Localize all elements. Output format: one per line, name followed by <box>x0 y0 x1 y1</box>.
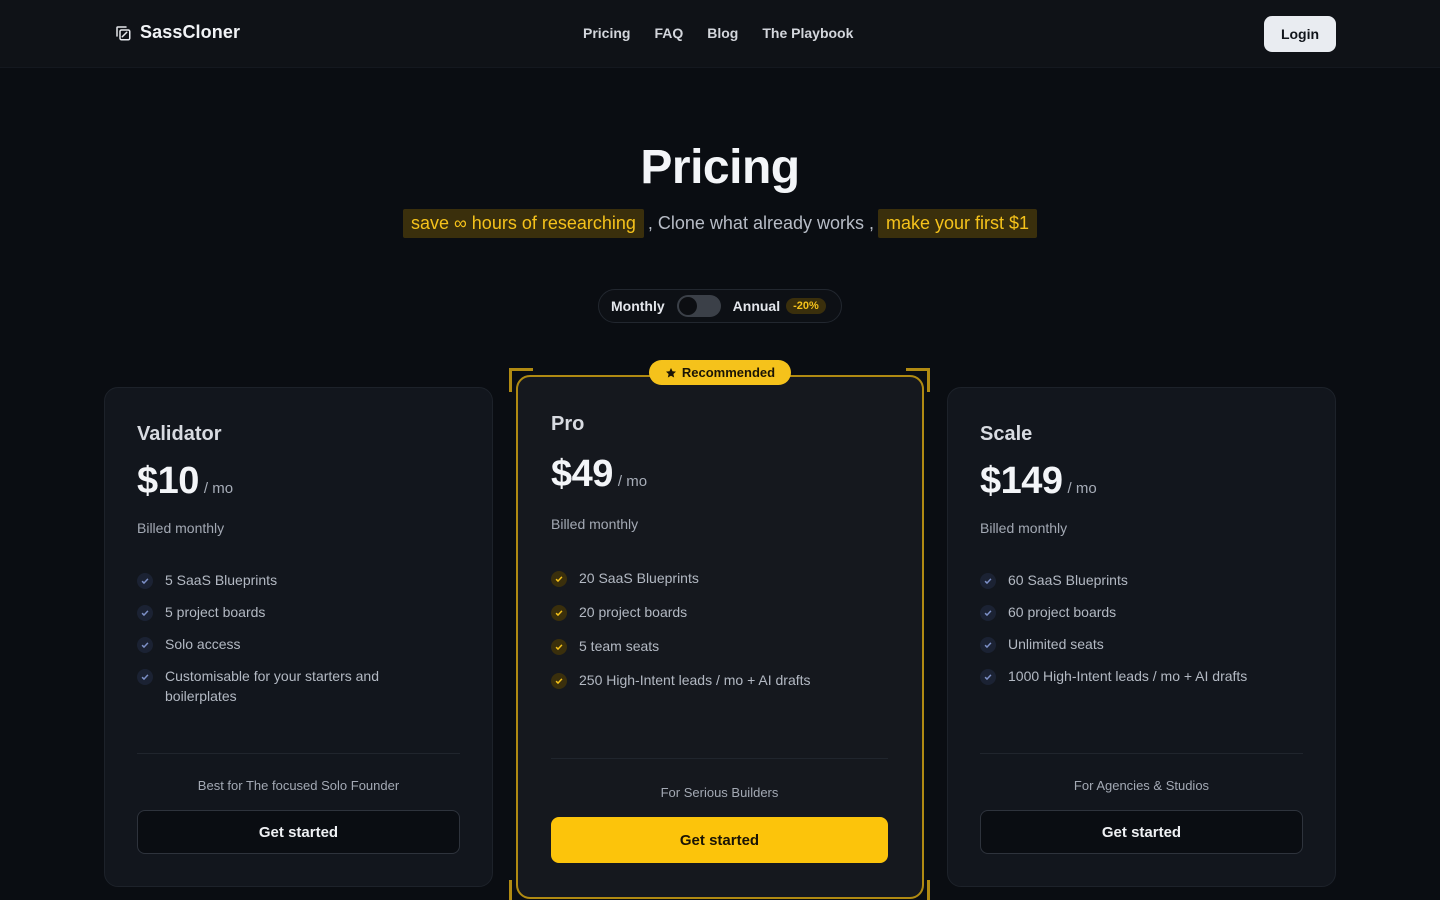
plan-audience: Best for The focused Solo Founder <box>197 778 400 793</box>
plan-period: / mo <box>617 473 648 490</box>
feature-text: 20 SaaS Blueprints <box>579 570 699 586</box>
get-started-button-scale[interactable]: Get started <box>980 810 1303 854</box>
card-divider <box>980 753 1303 754</box>
badge-text: Recommended <box>681 365 776 380</box>
plan-audience: For Agencies & Studios <box>1073 778 1210 793</box>
check-icon <box>551 673 567 689</box>
copy-icon <box>116 25 131 40</box>
check-icon <box>137 605 153 621</box>
plan-price: $49 <box>551 453 613 495</box>
corner-accent <box>509 880 533 900</box>
corner-accent <box>906 368 930 392</box>
card-divider <box>551 758 888 759</box>
plan-audience: For Serious Builders <box>660 785 779 800</box>
check-icon <box>137 669 153 685</box>
feature-item: 250 High-Intent leads / mo + AI drafts <box>551 670 891 690</box>
corner-accent <box>509 368 533 392</box>
brand-name: SassCloner <box>140 22 241 42</box>
plan-price: $10 <box>137 460 199 502</box>
plan-name: Validator <box>137 423 222 445</box>
brand[interactable]: SassCloner <box>114 22 240 43</box>
nav-link-playbook[interactable]: The Playbook <box>762 25 853 41</box>
page-subtitle: save ∞ hours of researching , Clone what… <box>0 209 1440 238</box>
check-icon <box>980 669 996 685</box>
get-started-button-pro[interactable]: Get started <box>551 817 888 863</box>
feature-item: Unlimited seats <box>980 634 1300 666</box>
feature-text: 5 SaaS Blueprints <box>165 572 278 588</box>
check-icon <box>980 573 996 589</box>
top-navbar: SassCloner Pricing FAQ Blog The Playbook… <box>0 0 1440 68</box>
feature-text: 20 project boards <box>579 604 688 620</box>
feature-list: 5 SaaS Blueprints 5 project boards Solo … <box>137 570 437 706</box>
billing-note: Billed monthly <box>137 520 225 536</box>
price-row: $10 / mo <box>137 460 233 503</box>
plan-period: / mo <box>1067 480 1097 497</box>
billing-switch[interactable] <box>676 295 721 317</box>
feature-text: Customisable for your starters and boile… <box>165 668 379 704</box>
billing-note: Billed monthly <box>551 516 639 532</box>
billing-toggle: Monthly Annual -20% <box>598 289 842 323</box>
nav-link-pricing[interactable]: Pricing <box>583 25 630 41</box>
check-icon <box>551 639 567 655</box>
feature-list: 20 SaaS Blueprints 20 project boards 5 t… <box>551 568 891 690</box>
subtitle-text: , Clone what already works , <box>647 213 874 233</box>
check-icon <box>980 637 996 653</box>
feature-item: 5 project boards <box>137 602 437 634</box>
nav-links: Pricing FAQ Blog The Playbook <box>583 25 853 41</box>
feature-item: Customisable for your starters and boile… <box>137 666 437 706</box>
price-row: $149 / mo <box>980 460 1097 503</box>
login-button[interactable]: Login <box>1264 16 1336 52</box>
check-icon <box>980 605 996 621</box>
check-icon <box>137 573 153 589</box>
nav-link-faq[interactable]: FAQ <box>654 25 683 41</box>
feature-item: 60 project boards <box>980 602 1300 634</box>
recommended-badge: Recommended <box>649 360 791 385</box>
feature-text: Unlimited seats <box>1008 636 1104 652</box>
card-divider <box>137 753 460 754</box>
check-icon <box>551 605 567 621</box>
feature-text: 1000 High-Intent leads / mo + AI drafts <box>1008 668 1248 684</box>
price-row: $49 / mo <box>551 453 647 496</box>
corner-accent <box>906 880 930 900</box>
plan-price: $149 <box>980 460 1063 502</box>
star-icon <box>665 367 676 378</box>
feature-text: 250 High-Intent leads / mo + AI drafts <box>579 672 811 688</box>
discount-badge: -20% <box>786 298 826 314</box>
plan-name: Scale <box>980 423 1033 445</box>
feature-text: 5 team seats <box>579 638 660 654</box>
billing-note: Billed monthly <box>980 520 1068 536</box>
check-icon <box>551 571 567 587</box>
get-started-button-validator[interactable]: Get started <box>137 810 460 854</box>
feature-item: Solo access <box>137 634 437 666</box>
nav-link-blog[interactable]: Blog <box>707 25 738 41</box>
annual-label[interactable]: Annual <box>733 298 780 314</box>
feature-text: 5 project boards <box>165 604 266 620</box>
plan-name: Pro <box>551 413 585 435</box>
plan-period: / mo <box>203 480 234 497</box>
feature-item: 20 SaaS Blueprints <box>551 568 891 602</box>
feature-text: 60 project boards <box>1008 604 1117 620</box>
feature-item: 60 SaaS Blueprints <box>980 570 1300 602</box>
switch-knob <box>678 297 697 315</box>
subtitle-highlight-hours: save ∞ hours of researching <box>402 209 644 238</box>
check-icon <box>137 637 153 653</box>
feature-item: 20 project boards <box>551 602 891 636</box>
subtitle-highlight-first-dollar: make your first $1 <box>878 209 1038 238</box>
page-title: Pricing <box>640 141 800 194</box>
feature-item: 5 SaaS Blueprints <box>137 570 437 602</box>
monthly-label[interactable]: Monthly <box>611 298 665 314</box>
feature-item: 1000 High-Intent leads / mo + AI drafts <box>980 666 1300 686</box>
feature-text: Solo access <box>165 636 241 652</box>
feature-list: 60 SaaS Blueprints 60 project boards Unl… <box>980 570 1300 686</box>
feature-text: 60 SaaS Blueprints <box>1008 572 1128 588</box>
feature-item: 5 team seats <box>551 636 891 670</box>
